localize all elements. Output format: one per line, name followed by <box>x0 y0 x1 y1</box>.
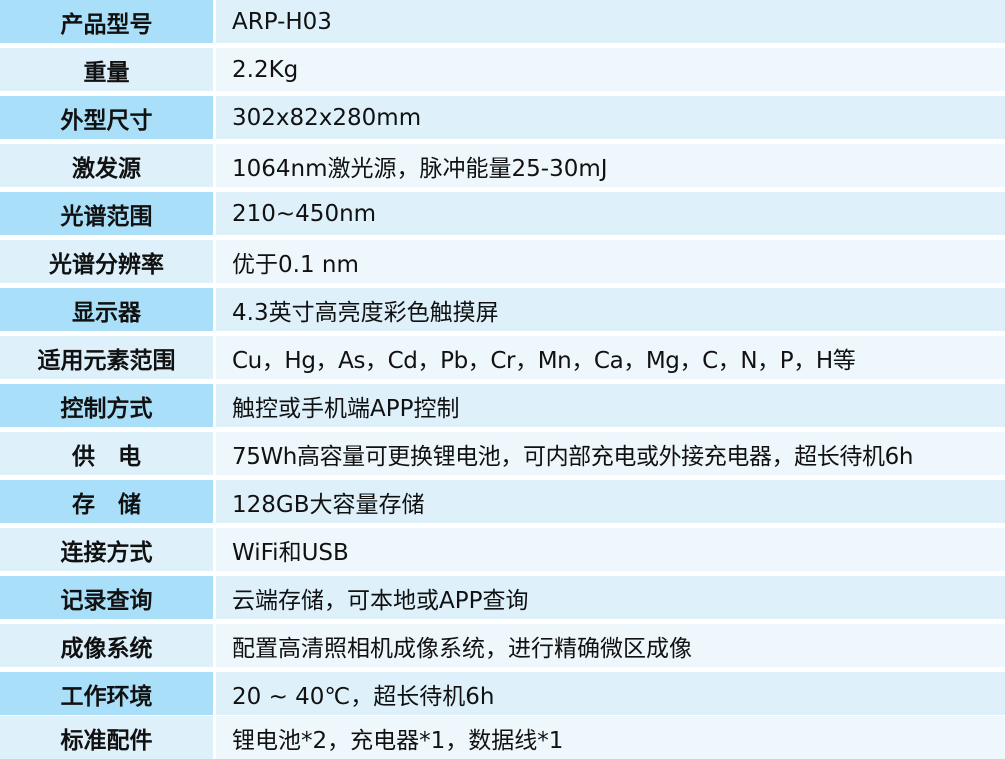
spec-value: 128GB大容量存储 <box>216 480 1005 523</box>
spec-row-power-supply: 供 电 75Wh高容量可更换锂电池，可内部充电或外接充电器，超长待机6h <box>0 432 1005 475</box>
spec-label: 适用元素范围 <box>0 336 213 379</box>
spec-value: 302x82x280mm <box>216 96 1005 139</box>
spec-row-excitation-source: 激发源 1064nm激光源，脉冲能量25-30mJ <box>0 144 1005 187</box>
spec-label: 重量 <box>0 48 213 91</box>
spec-value: WiFi和USB <box>216 528 1005 571</box>
spec-value: 触控或手机端APP控制 <box>216 384 1005 427</box>
spec-row-connectivity: 连接方式 WiFi和USB <box>0 528 1005 571</box>
spec-row-model: 产品型号 ARP-H03 <box>0 0 1005 43</box>
spec-label: 供 电 <box>0 432 213 475</box>
spec-label: 连接方式 <box>0 528 213 571</box>
spec-value: 75Wh高容量可更换锂电池，可内部充电或外接充电器，超长待机6h <box>216 432 1005 475</box>
spec-label: 光谱范围 <box>0 192 213 235</box>
spec-label: 光谱分辨率 <box>0 240 213 283</box>
spec-value: ARP-H03 <box>216 0 1005 43</box>
spec-value: 20 ~ 40℃，超长待机6h <box>216 672 1005 715</box>
spec-value: Cu，Hg，As，Cd，Pb，Cr，Mn，Ca，Mg，C，N，P，H等 <box>216 336 1005 379</box>
spec-label: 记录查询 <box>0 576 213 619</box>
spec-label: 显示器 <box>0 288 213 331</box>
spec-value: 2.2Kg <box>216 48 1005 91</box>
spec-label: 激发源 <box>0 144 213 187</box>
spec-value: 锂电池*2，充电器*1，数据线*1 <box>216 716 1005 759</box>
spec-value: 4.3英寸高亮度彩色触摸屏 <box>216 288 1005 331</box>
spec-label: 控制方式 <box>0 384 213 427</box>
spec-row-accessories: 标准配件 锂电池*2，充电器*1，数据线*1 <box>0 716 1005 759</box>
spec-value: 优于0.1 nm <box>216 240 1005 283</box>
spec-label: 外型尺寸 <box>0 96 213 139</box>
spec-label: 存 储 <box>0 480 213 523</box>
spec-value: 云端存储，可本地或APP查询 <box>216 576 1005 619</box>
spec-row-spectral-range: 光谱范围 210~450nm <box>0 192 1005 235</box>
spec-row-control-mode: 控制方式 触控或手机端APP控制 <box>0 384 1005 427</box>
spec-value: 1064nm激光源，脉冲能量25-30mJ <box>216 144 1005 187</box>
spec-row-storage: 存 储 128GB大容量存储 <box>0 480 1005 523</box>
spec-label: 成像系统 <box>0 624 213 667</box>
spec-row-dimensions: 外型尺寸 302x82x280mm <box>0 96 1005 139</box>
spec-label: 工作环境 <box>0 672 213 715</box>
spec-row-weight: 重量 2.2Kg <box>0 48 1005 91</box>
spec-row-working-environment: 工作环境 20 ~ 40℃，超长待机6h <box>0 672 1005 715</box>
spec-table: 产品型号 ARP-H03 重量 2.2Kg 外型尺寸 302x82x280mm … <box>0 0 1005 759</box>
spec-row-imaging-system: 成像系统 配置高清照相机成像系统，进行精确微区成像 <box>0 624 1005 667</box>
spec-label: 标准配件 <box>0 716 213 759</box>
spec-value: 210~450nm <box>216 192 1005 235</box>
spec-row-record-query: 记录查询 云端存储，可本地或APP查询 <box>0 576 1005 619</box>
spec-value: 配置高清照相机成像系统，进行精确微区成像 <box>216 624 1005 667</box>
spec-row-elements: 适用元素范围 Cu，Hg，As，Cd，Pb，Cr，Mn，Ca，Mg，C，N，P，… <box>0 336 1005 379</box>
spec-row-display: 显示器 4.3英寸高亮度彩色触摸屏 <box>0 288 1005 331</box>
spec-label: 产品型号 <box>0 0 213 43</box>
spec-row-spectral-resolution: 光谱分辨率 优于0.1 nm <box>0 240 1005 283</box>
